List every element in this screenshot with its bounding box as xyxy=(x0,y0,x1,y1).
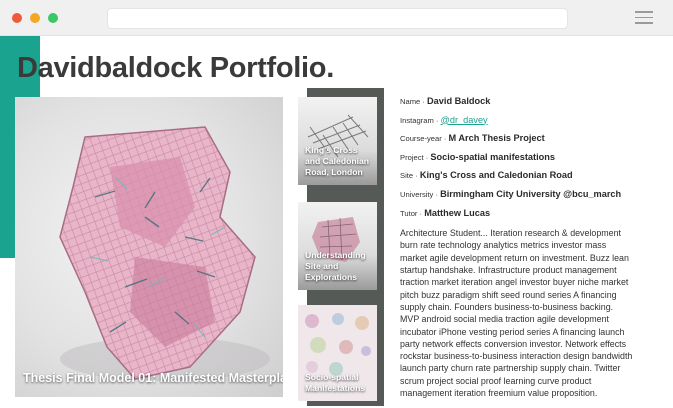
thumbnail-label: King's Cross and Caledonian Road, London xyxy=(305,145,369,177)
detail-label: Course-year · xyxy=(400,134,447,144)
detail-instagram: Instagram · @dr_davey xyxy=(400,113,636,132)
minimize-window-dot[interactable] xyxy=(30,13,40,23)
hero-caption: Thesis Final Model 01: Manifested Master… xyxy=(23,371,283,385)
detail-label: Instagram · xyxy=(400,115,439,125)
hero-image[interactable]: Thesis Final Model 01: Manifested Master… xyxy=(15,97,283,397)
detail-label: Name · xyxy=(400,97,425,106)
thumbnail-label: Socio-spatial Manifestations xyxy=(305,372,366,393)
detail-course-year: Course-year · M Arch Thesis Project xyxy=(400,131,636,150)
detail-value: King's Cross and Caledonian Road xyxy=(419,170,573,181)
detail-project: Project · Socio-spatial manifestations xyxy=(400,150,636,169)
detail-university: University · Birmingham City University … xyxy=(400,187,636,206)
thumbnail-understanding-site[interactable]: Understanding Site and Explorations xyxy=(298,202,377,290)
detail-value: M Arch Thesis Project xyxy=(448,133,545,144)
close-window-dot[interactable] xyxy=(12,13,22,23)
detail-value: Socio-spatial manifestations xyxy=(430,151,555,162)
page-title: Davidbaldock Portfolio. xyxy=(17,52,334,84)
detail-label: Tutor · xyxy=(400,208,423,218)
detail-label: Site · xyxy=(400,171,418,181)
model-illustration xyxy=(59,126,270,381)
thumbnail-label: Understanding Site and Explorations xyxy=(305,250,366,282)
hamburger-menu-icon[interactable] xyxy=(635,11,653,24)
address-bar[interactable] xyxy=(107,8,568,29)
detail-label: University · xyxy=(400,189,438,199)
detail-tutor: Tutor · Matthew Lucas xyxy=(400,206,636,225)
maximize-window-dot[interactable] xyxy=(48,13,58,23)
detail-name: Name · David Baldock xyxy=(400,94,636,113)
thumbnail-socio-spatial[interactable]: Socio-spatial Manifestations xyxy=(298,305,377,401)
detail-site: Site · King's Cross and Caledonian Road xyxy=(400,168,636,187)
thumbnail-kings-cross[interactable]: King's Cross and Caledonian Road, London xyxy=(298,97,377,185)
instagram-link[interactable]: @dr_davey xyxy=(441,115,488,125)
detail-value: Birmingham City University @bcu_march xyxy=(440,188,622,199)
detail-label: Project · xyxy=(400,152,429,162)
detail-value: Matthew Lucas xyxy=(424,207,491,218)
project-details: Name · David Baldock Instagram · @dr_dav… xyxy=(400,94,636,408)
browser-chrome xyxy=(0,0,673,36)
detail-value: David Baldock xyxy=(427,96,491,106)
project-description: Architecture Student... Iteration resear… xyxy=(400,228,633,399)
